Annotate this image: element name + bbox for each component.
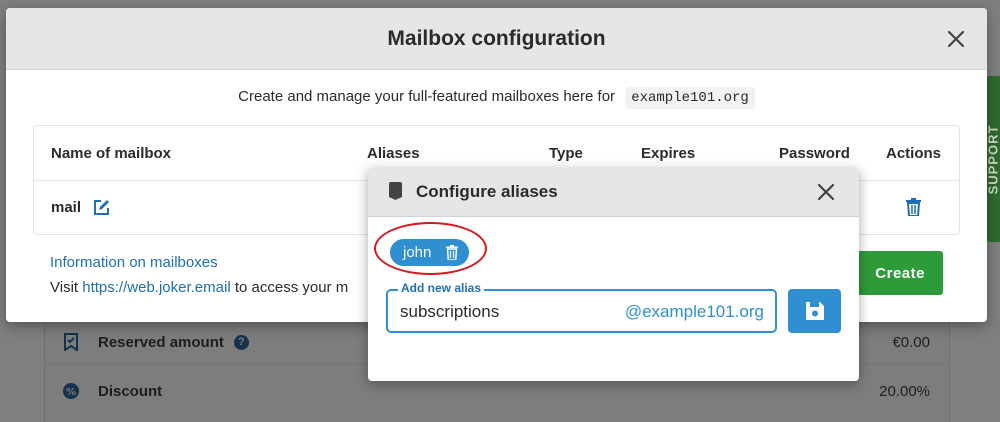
column-header-type: Type [549, 145, 583, 162]
modal-header: Mailbox configuration [6, 8, 987, 70]
configure-aliases-dialog: Configure aliases john Add new alias sub… [368, 168, 859, 381]
trash-icon[interactable] [906, 198, 921, 216]
visit-text: Visit https://web.joker.email to access … [50, 279, 348, 296]
edit-icon[interactable] [93, 199, 110, 216]
intro-text: Create and manage your full-featured mai… [6, 87, 987, 109]
close-icon[interactable] [945, 28, 967, 50]
modal-title: Mailbox configuration [387, 26, 606, 50]
alias-dialog-title: Configure aliases [416, 182, 558, 201]
column-header-actions: Actions [886, 145, 942, 162]
support-tab[interactable]: SUPPORT [986, 76, 1000, 242]
discount-label: Discount [98, 382, 163, 400]
support-label: SUPPORT [985, 124, 1000, 194]
visit-suffix: to access your m [234, 279, 349, 296]
column-header-expires: Expires [641, 145, 696, 162]
new-alias-input[interactable]: subscriptions [400, 302, 499, 322]
column-header-password: Password [779, 145, 850, 162]
column-header-aliases: Aliases [367, 145, 420, 162]
receipt-check-icon [62, 333, 80, 351]
alias-dialog-header: Configure aliases [368, 168, 859, 217]
intro-label: Create and manage your full-featured mai… [238, 88, 616, 105]
visit-prefix: Visit [50, 279, 79, 296]
save-button[interactable] [788, 289, 841, 333]
field-legend: Add new alias [398, 281, 485, 295]
domain-suffix: @example101.org [624, 302, 764, 321]
domain-code: example101.org [625, 87, 755, 109]
new-alias-field[interactable]: Add new alias subscriptions @example101.… [386, 281, 777, 333]
mailbox-name: mail [51, 199, 82, 216]
tag-icon [389, 182, 402, 200]
webmail-link[interactable]: https://web.joker.email [82, 279, 230, 296]
help-icon[interactable]: ? [233, 334, 249, 350]
create-label: Create [875, 264, 925, 282]
floppy-disk-icon [805, 302, 824, 320]
trash-icon[interactable] [446, 245, 458, 260]
alias-chip-label: john [403, 244, 432, 261]
discount-badge-icon: % [62, 382, 80, 400]
info-on-mailboxes-link[interactable]: Information on mailboxes [50, 254, 218, 271]
reserved-amount-value: €0.00 [892, 333, 930, 351]
discount-value: 20.00% [879, 382, 930, 400]
close-icon[interactable] [817, 183, 835, 201]
alias-chip[interactable]: john [390, 239, 469, 266]
create-button[interactable]: Create [851, 251, 943, 295]
column-header-name: Name of mailbox [51, 145, 172, 162]
svg-text:%: % [66, 387, 76, 398]
reserved-amount-label: Reserved amount [98, 333, 224, 351]
